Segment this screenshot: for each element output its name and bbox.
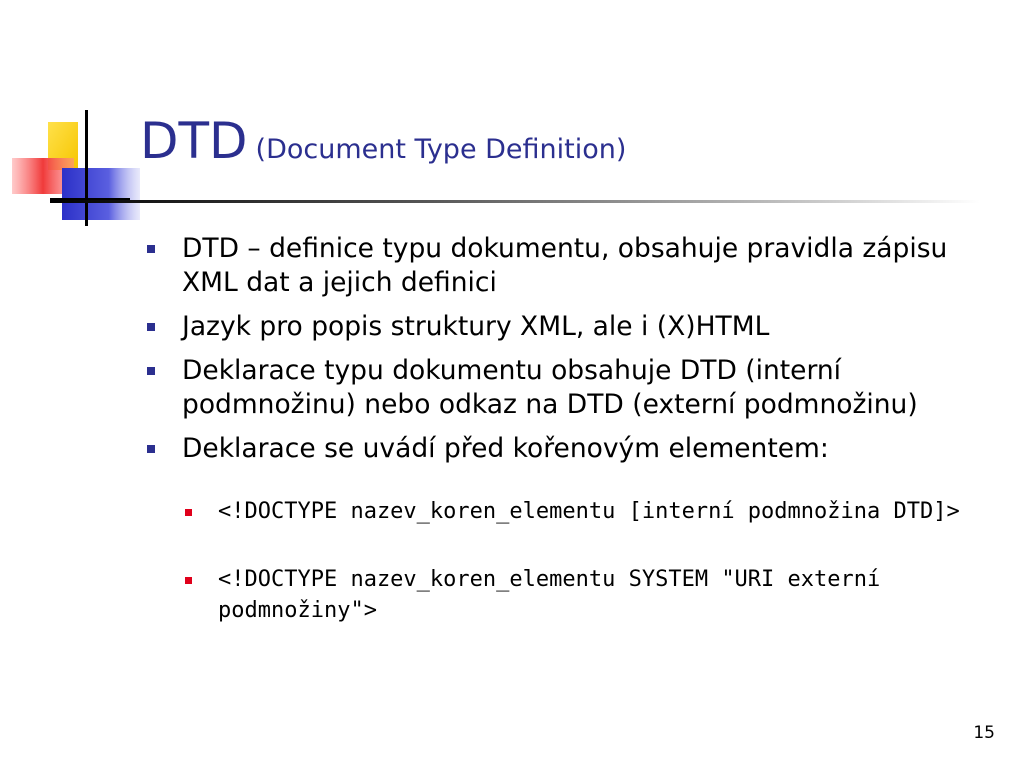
red-square-bullet-icon [185,509,192,516]
square-bullet-icon [147,323,155,331]
code-text: <!DOCTYPE nazev_koren_elementu SYSTEM "U… [218,567,881,623]
square-bullet-icon [147,445,155,453]
sub-bullet-item: <!DOCTYPE nazev_koren_elementu SYSTEM "U… [183,564,975,626]
code-text: <!DOCTYPE nazev_koren_elementu [interní … [218,499,960,524]
slide-body: DTD – definice typu dokumentu, obsahuje … [145,232,975,663]
logo-vertical-line [85,110,88,226]
bullet-text: Jazyk pro popis struktury XML, ale i (X)… [182,311,770,342]
sub-bullet-item: <!DOCTYPE nazev_koren_elementu [interní … [183,496,975,527]
logo-blue-square [62,168,140,220]
title-underline [50,200,980,203]
sub-bullet-list: <!DOCTYPE nazev_koren_elementu [interní … [145,496,975,626]
bullet-item: Jazyk pro popis struktury XML, ale i (X)… [145,310,975,344]
title-main: DTD [140,112,248,170]
bullet-item: Deklarace se uvádí před kořenovým elemen… [145,432,975,466]
square-bullet-icon [147,367,155,375]
page-number: 15 [973,723,995,743]
bullet-text: DTD – definice typu dokumentu, obsahuje … [182,233,948,298]
slide-title: DTD (Document Type Definition) [140,112,626,170]
bullet-text: Deklarace se uvádí před kořenovým elemen… [182,433,829,464]
bullet-item: DTD – definice typu dokumentu, obsahuje … [145,232,975,300]
bullet-list: DTD – definice typu dokumentu, obsahuje … [145,232,975,466]
square-bullet-icon [147,245,155,253]
bullet-text: Deklarace typu dokumentu obsahuje DTD (i… [182,355,918,420]
decorative-squares-logo [12,110,140,226]
title-subtitle: (Document Type Definition) [255,134,627,165]
bullet-item: Deklarace typu dokumentu obsahuje DTD (i… [145,354,975,422]
red-square-bullet-icon [185,577,192,584]
